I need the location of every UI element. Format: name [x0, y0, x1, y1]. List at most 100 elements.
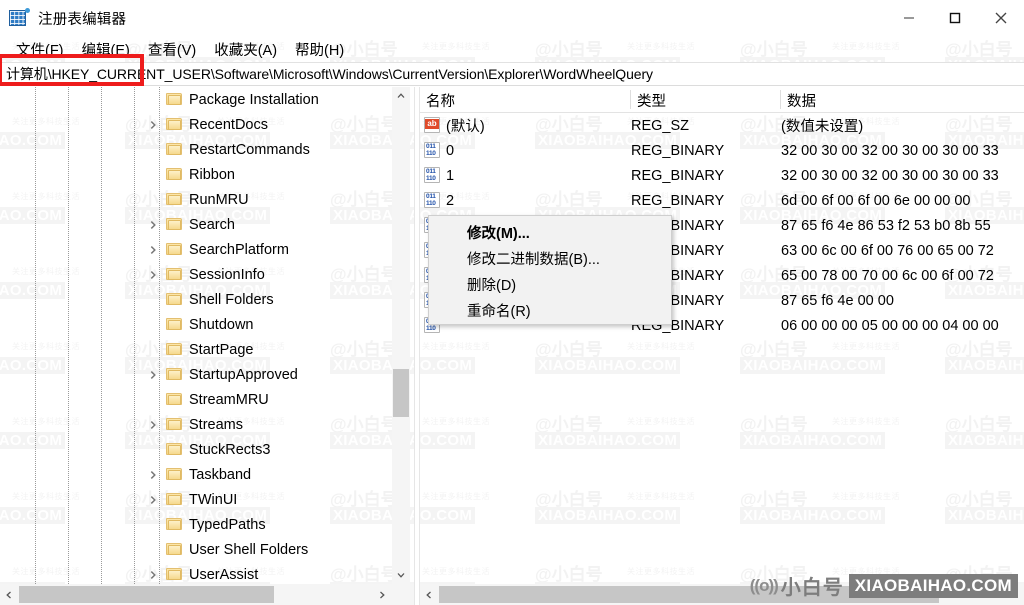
tree-item-restartcommands[interactable]: RestartCommands	[0, 137, 414, 162]
list-column-headers: 名称 类型 数据	[420, 87, 1024, 113]
signal-wave-icon: ((o))	[749, 575, 779, 595]
value-name: 2	[446, 192, 455, 209]
menu-item-1[interactable]: 编辑(E)	[73, 37, 139, 62]
chevron-right-icon[interactable]	[145, 212, 161, 237]
tree-item-label: SessionInfo	[189, 266, 265, 283]
tree-item-taskband[interactable]: Taskband	[0, 462, 414, 487]
tree-item-searchplatform[interactable]: SearchPlatform	[0, 237, 414, 262]
tree-item-label: Package Installation	[189, 91, 319, 108]
tree-hscroll-thumb[interactable]	[19, 586, 274, 603]
folder-icon	[166, 342, 182, 356]
address-path: 计算机\HKEY_CURRENT_USER\Software\Microsoft…	[6, 66, 653, 82]
chevron-right-icon[interactable]	[145, 237, 161, 262]
tree-item-twinui[interactable]: TWinUI	[0, 487, 414, 512]
menu-item-0[interactable]: 文件(F)	[7, 37, 73, 62]
column-header-type[interactable]: 类型	[631, 87, 781, 113]
tree-item-label: Streams	[189, 416, 243, 433]
menu-item-2[interactable]: 查看(V)	[139, 37, 205, 62]
tree-item-ribbon[interactable]: Ribbon	[0, 162, 414, 187]
tree-item-label: Taskband	[189, 466, 252, 483]
tree-item-userassist[interactable]: UserAssist	[0, 562, 414, 584]
context-menu-item-3[interactable]: 重命名(R)	[429, 297, 671, 323]
tree-horizontal-scrollbar[interactable]	[0, 584, 414, 605]
chevron-right-icon[interactable]	[145, 412, 161, 437]
tree-item-startpage[interactable]: StartPage	[0, 337, 414, 362]
folder-icon	[166, 317, 182, 331]
folder-icon	[166, 467, 182, 481]
tree-item-sessioninfo[interactable]: SessionInfo	[0, 262, 414, 287]
chevron-right-icon[interactable]	[145, 487, 161, 512]
context-menu-item-0[interactable]: 修改(M)...	[429, 219, 671, 245]
column-header-data[interactable]: 数据	[781, 87, 1024, 113]
tree-item-startupapproved[interactable]: StartupApproved	[0, 362, 414, 387]
folder-icon	[166, 242, 182, 256]
menu-item-3[interactable]: 收藏夹(A)	[205, 37, 286, 62]
reg-binary-icon: 011110	[424, 167, 441, 184]
maximize-icon[interactable]	[932, 0, 978, 36]
value-name: 0	[446, 142, 455, 159]
chevron-right-icon[interactable]	[145, 362, 161, 387]
registry-value-row[interactable]: 011 110 1 REG_BINARY 32 00 30 00 32 00 30 00…	[420, 163, 1024, 188]
registry-value-row[interactable]: 011 110 0 REG_BINARY 32 00 30 00 32 00 30 00…	[420, 138, 1024, 163]
folder-icon	[166, 167, 182, 181]
context-menu-item-1[interactable]: 修改二进制数据(B)...	[429, 245, 671, 271]
tree-item-stuckrects3[interactable]: StuckRects3	[0, 437, 414, 462]
chevron-right-icon[interactable]	[145, 112, 161, 137]
tree-item-label: StartupApproved	[189, 366, 298, 383]
value-data: 32 00 30 00 32 00 30 00 30 00 33	[781, 167, 999, 184]
tree-item-label: RecentDocs	[189, 116, 268, 133]
logo-chinese-text: 小白号	[780, 577, 844, 599]
pane-splitter[interactable]	[414, 87, 420, 605]
tree-item-user-shell-folders[interactable]: User Shell Folders	[0, 537, 414, 562]
chevron-right-icon[interactable]	[145, 562, 161, 584]
tree-item-shutdown[interactable]: Shutdown	[0, 312, 414, 337]
column-header-name[interactable]: 名称	[420, 87, 631, 113]
tree-scroll-up-button[interactable]	[392, 87, 410, 105]
menu-item-4[interactable]: 帮助(H)	[286, 37, 353, 62]
value-data: 06 00 00 00 05 00 00 00 04 00 00	[781, 317, 999, 334]
tree-scroll-down-button[interactable]	[392, 566, 410, 584]
context-menu-item-2[interactable]: 删除(D)	[429, 271, 671, 297]
value-type: REG_BINARY	[631, 192, 725, 209]
registry-value-row[interactable]: ab (默认) REG_SZ (数值未设置)	[420, 113, 1024, 138]
chevron-right-icon[interactable]	[145, 262, 161, 287]
folder-icon	[166, 517, 182, 531]
context-menu[interactable]: 修改(M)... 修改二进制数据(B)... 删除(D) 重命名(R)	[428, 215, 672, 325]
tree-item-label: Search	[189, 216, 235, 233]
window-title: 注册表编辑器	[38, 11, 127, 28]
address-bar[interactable]: 计算机\HKEY_CURRENT_USER\Software\Microsoft…	[0, 62, 1024, 86]
chevron-right-icon[interactable]	[145, 462, 161, 487]
registry-tree-pane[interactable]: Package Installation RecentDocs RestartCom…	[0, 87, 414, 584]
folder-icon	[166, 292, 182, 306]
tree-hscroll-left-button[interactable]	[0, 584, 18, 605]
reg-binary-icon: 011110	[424, 142, 441, 159]
tree-item-list: Package Installation RecentDocs RestartCom…	[0, 87, 414, 584]
tree-item-label: Shutdown	[189, 316, 254, 333]
folder-icon	[166, 367, 182, 381]
folder-icon	[166, 117, 182, 131]
tree-scroll-thumb[interactable]	[393, 369, 409, 417]
tree-item-shell-folders[interactable]: Shell Folders	[0, 287, 414, 312]
folder-icon	[166, 542, 182, 556]
tree-item-streams[interactable]: Streams	[0, 412, 414, 437]
reg-sz-icon: ab	[424, 117, 441, 134]
tree-item-streammru[interactable]: StreamMRU	[0, 387, 414, 412]
registry-value-row[interactable]: 011 110 2 REG_BINARY 6d 00 6f 00 6f 00 6e 00…	[420, 188, 1024, 213]
tree-item-typedpaths[interactable]: TypedPaths	[0, 512, 414, 537]
minimize-icon[interactable]	[886, 0, 932, 36]
site-logo: ((o)) 小白号 XIAOBAIHAO.COM	[750, 572, 1018, 599]
tree-item-label: StreamMRU	[189, 391, 269, 408]
registry-values-pane[interactable]: 名称 类型 数据 ab (默认) REG_SZ (数值未设置) 011 110 0 REG_B…	[420, 87, 1024, 584]
tree-item-recentdocs[interactable]: RecentDocs	[0, 112, 414, 137]
tree-item-search[interactable]: Search	[0, 212, 414, 237]
tree-item-label: StuckRects3	[189, 441, 271, 458]
tree-hscroll-right-button[interactable]	[373, 584, 391, 605]
value-type: REG_SZ	[631, 117, 690, 134]
tree-vertical-scrollbar[interactable]	[392, 87, 410, 584]
value-data: 32 00 30 00 32 00 30 00 30 00 33	[781, 142, 999, 159]
tree-item-runmru[interactable]: RunMRU	[0, 187, 414, 212]
list-hscroll-left-button[interactable]	[420, 584, 438, 605]
tree-item-package-installation[interactable]: Package Installation	[0, 87, 414, 112]
value-data: 63 00 6c 00 6f 00 76 00 65 00 72	[781, 242, 994, 259]
close-icon[interactable]	[978, 0, 1024, 36]
